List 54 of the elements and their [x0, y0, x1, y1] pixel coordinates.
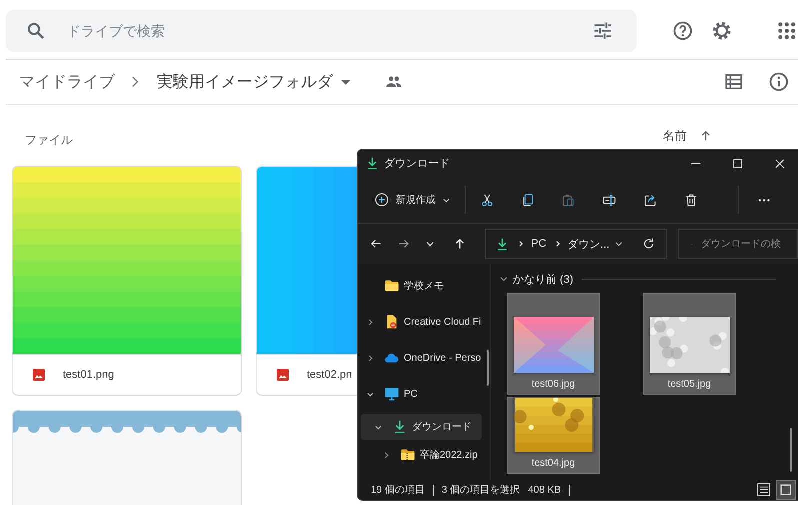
scrollbar[interactable] [487, 350, 489, 386]
list-view-icon[interactable] [724, 72, 744, 92]
settings-icon[interactable] [711, 20, 733, 42]
help-icon[interactable] [672, 20, 694, 42]
folder-icon [384, 278, 400, 294]
group-header[interactable]: かなり前 (3) [499, 272, 574, 286]
chevron-icon[interactable] [366, 354, 375, 362]
monitor-icon [384, 386, 400, 402]
sort-button[interactable]: 名前 [663, 128, 713, 144]
breadcrumb-link[interactable]: マイドライブ [19, 72, 115, 92]
search-icon[interactable] [25, 20, 47, 42]
filter-icon[interactable] [592, 20, 614, 42]
caret-icon [341, 80, 351, 84]
address-segment[interactable]: ダウン... [568, 236, 610, 252]
download-icon [365, 156, 380, 171]
chevron-icon[interactable] [382, 450, 391, 460]
search-input[interactable]: ドライブで検索 [65, 22, 592, 40]
address-field[interactable]: PC ダウン... [485, 229, 667, 259]
folder-menu-button[interactable]: 実験用イメージフォルダ [157, 72, 351, 92]
chevron-icon [517, 240, 526, 248]
scrollbar[interactable] [790, 428, 792, 472]
selection-size: 408 KB [528, 484, 562, 496]
nav-item[interactable]: OneDrive - Perso [361, 340, 482, 376]
nav-item[interactable]: PC [361, 376, 482, 412]
search-field[interactable]: ダウンロードの検 [678, 229, 798, 259]
info-icon[interactable] [768, 71, 790, 93]
nav-item[interactable]: Creative Cloud Fi [361, 304, 482, 340]
file-tile[interactable]: test06.jpg [507, 293, 600, 395]
copy-icon[interactable] [520, 192, 536, 208]
plus-circle-icon [374, 192, 390, 208]
item-count: 19 個の項目 [371, 484, 425, 497]
file-name: test02.pn [307, 369, 352, 381]
address-segment[interactable]: PC [531, 238, 547, 250]
file-tile[interactable]: test04.jpg [507, 397, 600, 474]
file-name: test01.png [63, 369, 114, 381]
file-card[interactable]: test01.png [12, 166, 242, 396]
section-title: ファイル [25, 132, 73, 148]
search-field[interactable]: ドライブで検索 [6, 10, 637, 52]
selection-count: 3 個の項目を選択 [442, 484, 520, 497]
apps-icon[interactable] [776, 20, 798, 42]
window-title: ダウンロード [384, 157, 450, 171]
new-button[interactable]: 新規作成 [374, 192, 451, 208]
nav-item[interactable]: ダウンロード [361, 414, 482, 440]
file-card[interactable]: test02.pn [256, 166, 357, 396]
file-tile[interactable]: test05.jpg [643, 293, 736, 395]
image-file-icon [31, 367, 47, 383]
zip-folder-icon [400, 447, 416, 463]
nav-item[interactable]: 学校メモ [361, 268, 482, 304]
image-file-icon [275, 367, 291, 383]
refresh-icon[interactable] [642, 237, 656, 251]
nav-item[interactable]: 卒論2022.zip [361, 442, 482, 468]
large-icons-view-icon[interactable] [776, 480, 796, 500]
chevron-icon[interactable] [366, 318, 375, 326]
search-input[interactable]: ダウンロードの検 [700, 238, 797, 250]
